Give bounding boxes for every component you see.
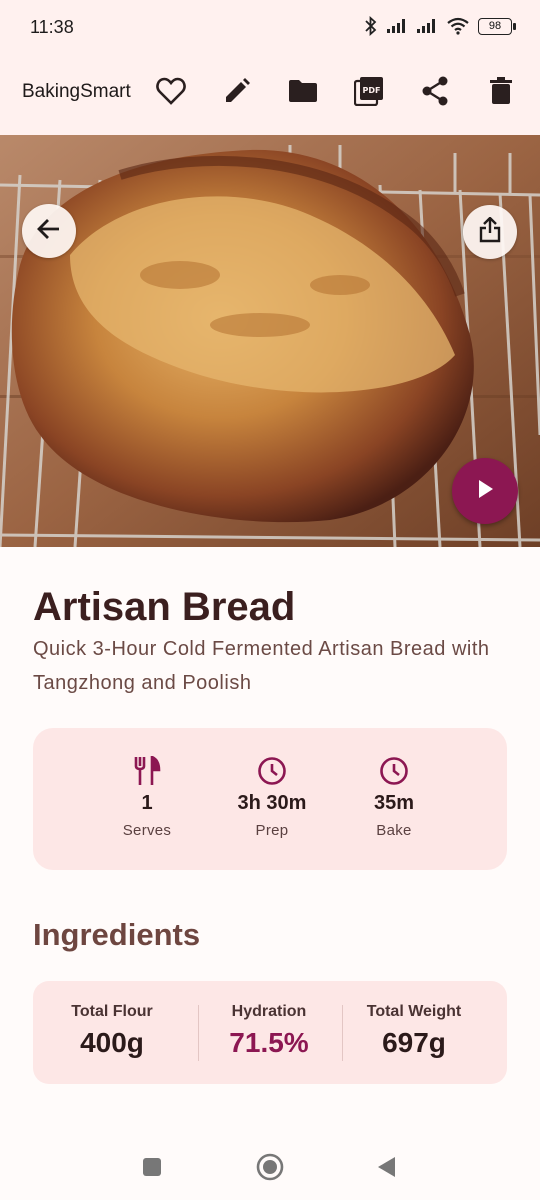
delete-icon[interactable] <box>484 74 518 108</box>
bake-value: 35m <box>373 792 415 814</box>
total-flour-label: Total Flour <box>71 1003 153 1020</box>
signal-icon <box>386 18 408 34</box>
export-icon <box>479 215 501 248</box>
status-bar: 11:38 98 <box>0 0 540 56</box>
prep-info: 3h 30m Prep <box>212 754 332 839</box>
hydration-value: 71.5% <box>229 1027 309 1058</box>
status-icons: 98 <box>364 16 516 36</box>
edit-icon[interactable] <box>220 74 254 108</box>
ingredients-summary-card: Total Flour 400g Hydration 71.5% Total W… <box>33 981 507 1084</box>
arrow-back-icon <box>36 216 62 247</box>
play-button[interactable] <box>452 458 518 524</box>
clock-icon <box>212 754 332 788</box>
total-flour-stat: Total Flour 400g <box>42 1003 182 1059</box>
recipe-title: Artisan Bread <box>33 585 296 629</box>
total-weight-stat: Total Weight 697g <box>344 1003 484 1059</box>
hydration-label: Hydration <box>231 1003 307 1020</box>
app-title: BakingSmart <box>22 81 131 102</box>
serves-info: 1 Serves <box>87 754 207 839</box>
share-icon[interactable] <box>418 74 452 108</box>
total-flour-value: 400g <box>80 1027 144 1058</box>
recents-button[interactable] <box>135 1152 169 1186</box>
prep-value: 3h 30m <box>237 792 307 814</box>
signal-icon <box>416 18 438 34</box>
recipe-info-card: 1 Serves 3h 30m Prep 35m Bake <box>33 728 507 870</box>
total-weight-value: 697g <box>382 1027 446 1058</box>
divider <box>342 1005 343 1061</box>
clock-icon <box>334 754 454 788</box>
restaurant-icon <box>87 754 207 788</box>
home-icon <box>255 1152 285 1187</box>
prep-label: Prep <box>255 822 289 839</box>
pdf-label: PDF <box>363 86 381 95</box>
wifi-icon <box>446 17 470 35</box>
total-weight-label: Total Weight <box>366 1003 462 1020</box>
folder-icon[interactable] <box>286 74 320 108</box>
battery-icon: 98 <box>478 17 516 35</box>
favorite-icon[interactable] <box>154 74 188 108</box>
serves-label: Serves <box>122 822 172 839</box>
recents-icon <box>141 1156 163 1183</box>
ingredients-heading: Ingredients <box>33 917 201 952</box>
hydration-stat: Hydration 71.5% <box>199 1003 339 1059</box>
home-button[interactable] <box>253 1152 287 1186</box>
pdf-icon[interactable]: PDF <box>352 74 386 108</box>
serves-value: 1 <box>141 792 153 814</box>
bake-label: Bake <box>376 822 412 839</box>
system-nav-bar <box>0 1130 540 1200</box>
app-bar: BakingSmart PDF <box>0 56 540 135</box>
artisan-bread-photo <box>0 135 540 547</box>
back-nav-button[interactable] <box>369 1152 403 1186</box>
back-button[interactable] <box>22 204 76 258</box>
bake-info: 35m Bake <box>334 754 454 839</box>
back-icon <box>375 1155 397 1184</box>
play-icon <box>474 478 496 505</box>
bluetooth-icon <box>364 16 378 36</box>
export-button[interactable] <box>463 205 517 259</box>
status-time: 11:38 <box>30 17 74 37</box>
recipe-subtitle: Quick 3-Hour Cold Fermented Artisan Brea… <box>33 638 490 694</box>
